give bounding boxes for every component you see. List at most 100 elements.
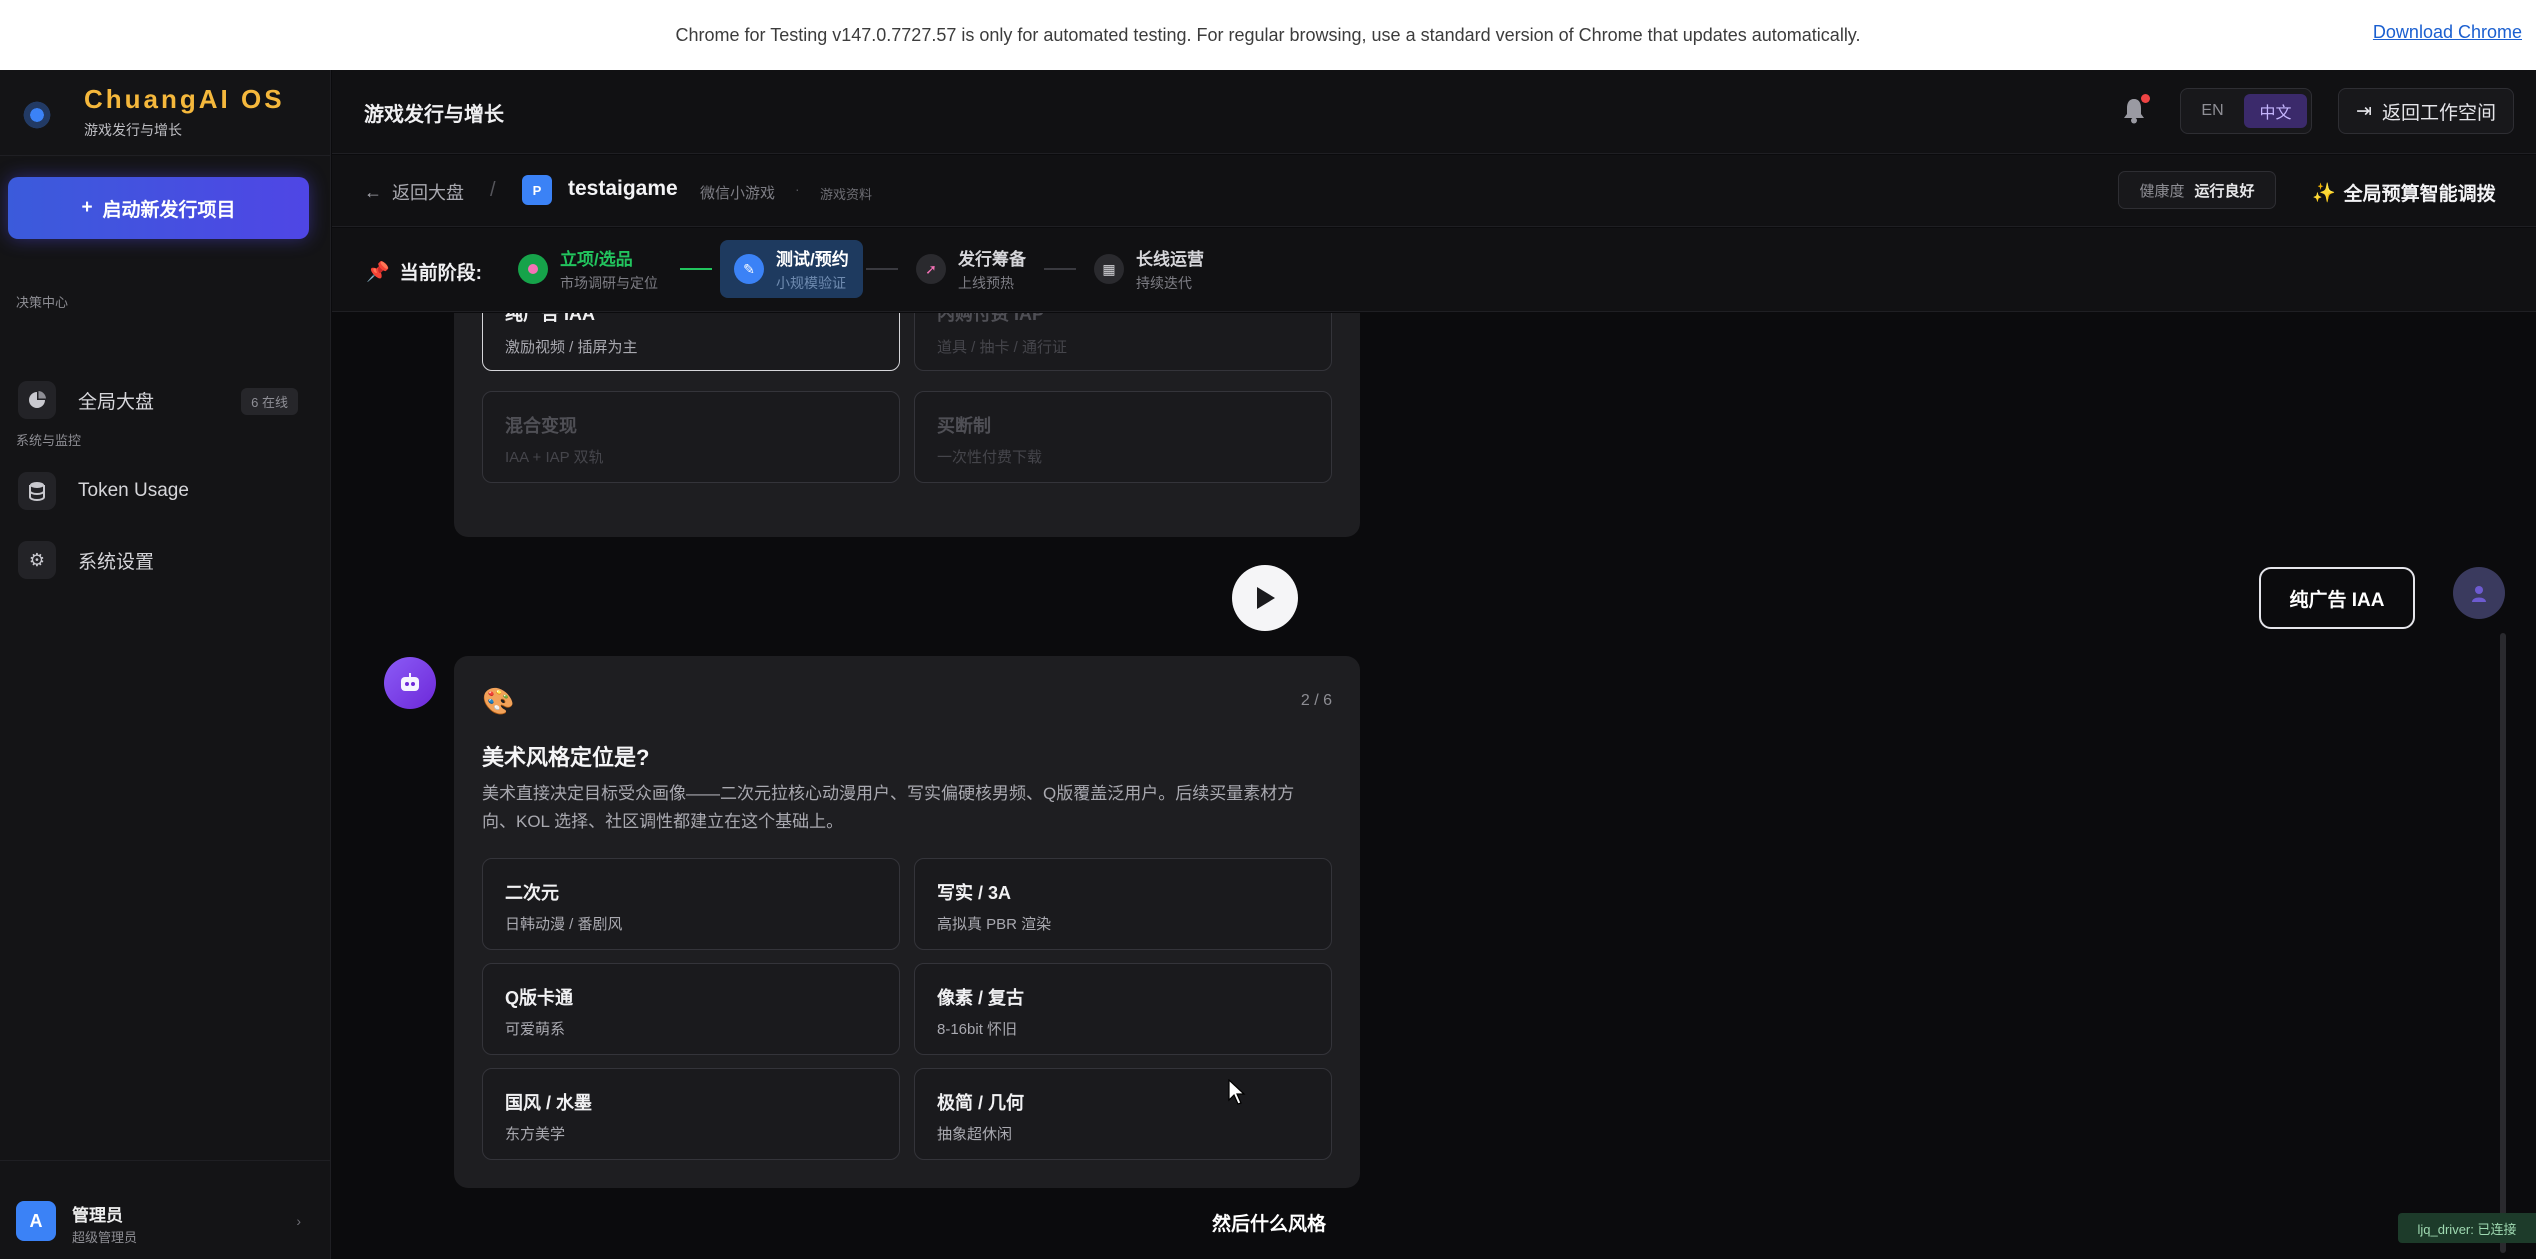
stage-name: 立项/选品 <box>560 250 633 269</box>
question-progress: 2 / 6 <box>1300 692 1332 709</box>
option-card-ink[interactable]: 国风 / 水墨 东方美学 <box>482 1068 900 1160</box>
sidebar-item-dashboard[interactable]: 全局大盘 6 在线 <box>18 376 298 424</box>
brand-subtitle: 游戏发行与增长 <box>84 122 182 138</box>
stage-item-live-ops[interactable]: ▦ 长线运营 持续迭代 <box>1094 240 1204 298</box>
option-sub: 抽象超休闲 <box>937 1126 1013 1143</box>
automation-banner: Chrome for Testing v147.0.7727.57 is onl… <box>0 0 2536 70</box>
option-card-hybrid[interactable]: 混合变现 IAA + IAP 双轨 <box>482 391 900 483</box>
arrow-left-icon: ← <box>364 181 382 202</box>
brand-name: ChuangAI OS <box>84 84 285 114</box>
stage-name: 长线运营 <box>1136 250 1204 269</box>
option-card-iaa[interactable]: 纯广告 IAA 激励视频 / 插屏为主 <box>482 313 900 371</box>
lang-en-button[interactable]: EN <box>2185 102 2240 120</box>
sidebar-item-label: 全局大盘 <box>78 391 155 413</box>
avatar: A <box>16 1201 56 1241</box>
option-title: 内购付费 IAP <box>937 313 1045 324</box>
option-title: 极简 / 几何 <box>937 1093 1025 1113</box>
option-title: 写实 / 3A <box>937 883 1012 903</box>
logout-icon: ⇥ <box>2356 100 2372 122</box>
question-title: 美术风格定位是? <box>482 745 650 770</box>
option-title: 纯广告 IAA <box>505 313 595 324</box>
calendar-icon: ▦ <box>1094 254 1124 284</box>
banner-message: Chrome for Testing v147.0.7727.57 is onl… <box>675 24 1861 45</box>
pencil-icon: ✎ <box>734 254 764 284</box>
stage-sub: 市场调研与定位 <box>560 275 658 291</box>
sidebar-item-label: Token Usage <box>78 480 189 501</box>
stage-name: 测试/预约 <box>776 250 849 269</box>
gear-icon: ⚙ <box>18 541 56 579</box>
stage-name: 发行筹备 <box>958 250 1026 269</box>
option-card-realistic[interactable]: 写实 / 3A 高拟真 PBR 渲染 <box>914 858 1332 950</box>
palette-icon: 🎨 <box>482 686 515 716</box>
option-card-anime[interactable]: 二次元 日韩动漫 / 番剧风 <box>482 858 900 950</box>
pin-icon: 📌 <box>366 261 390 283</box>
option-sub: 激励视频 / 插屏为主 <box>505 339 638 356</box>
scrollbar[interactable] <box>2500 633 2506 1253</box>
user-profile[interactable]: A 管理员 超级管理员 › <box>0 1160 331 1259</box>
separator-dot: · <box>795 181 800 197</box>
sidebar-item-label: 系统设置 <box>78 551 155 573</box>
pie-chart-icon <box>18 381 56 419</box>
option-title: Q版卡通 <box>505 988 574 1008</box>
breadcrumb-divider: / <box>490 179 496 201</box>
budget-allocate-button[interactable]: ✨ 全局预算智能调拨 <box>2312 179 2496 206</box>
sidebar-item-settings[interactable]: ⚙ 系统设置 <box>18 536 298 584</box>
option-card-premium[interactable]: 买断制 一次性付费下载 <box>914 391 1332 483</box>
sidebar: ChuangAI OS 游戏发行与增长 + 启动新发行项目 决策中心 全局大盘 … <box>0 70 331 1259</box>
option-card-pixel[interactable]: 像素 / 复古 8-16bit 怀旧 <box>914 963 1332 1055</box>
option-card-iap[interactable]: 内购付费 IAP 道具 / 抽卡 / 通行证 <box>914 313 1332 371</box>
option-title: 混合变现 <box>505 416 577 436</box>
back-dashboard-link[interactable]: ← 返回大盘 <box>364 179 464 205</box>
section-system: 系统与监控 <box>16 433 82 448</box>
stage-item-testing[interactable]: ✎ 测试/预约 小规模验证 <box>720 240 863 298</box>
page-title: 游戏发行与增长 <box>364 104 504 126</box>
option-sub: 可爱萌系 <box>505 1021 566 1038</box>
option-sub: 一次性付费下载 <box>937 449 1043 466</box>
stage-item-research[interactable]: 立项/选品 市场调研与定位 <box>518 240 658 298</box>
project-materials-link[interactable]: 游戏资料 <box>820 184 872 203</box>
play-button[interactable] <box>1232 565 1298 631</box>
rocket-icon: ➚ <box>916 254 946 284</box>
driver-status-badge: ljq_driver: 已连接 <box>2398 1213 2536 1243</box>
sparkle-icon: ✨ <box>2312 182 2336 204</box>
stage-sub: 持续迭代 <box>1136 275 1192 291</box>
notification-dot <box>2141 94 2150 103</box>
option-sub: 高拟真 PBR 渲染 <box>937 916 1052 933</box>
project-platform: 微信小游戏 <box>700 185 776 202</box>
brand: ChuangAI OS 游戏发行与增长 <box>0 70 331 156</box>
project-icon: P <box>522 175 552 205</box>
user-answer-bubble: 纯广告 IAA <box>2259 567 2415 629</box>
notification-bell-icon[interactable] <box>2122 94 2150 126</box>
stage-connector <box>1044 268 1076 270</box>
prev-question-card: 纯广告 IAA 激励视频 / 插屏为主 内购付费 IAP 道具 / 抽卡 / 通… <box>454 313 1360 537</box>
launch-label: 启动新发行项目 <box>102 199 236 221</box>
online-badge: 6 在线 <box>241 388 298 415</box>
budget-label: 全局预算智能调拨 <box>2343 184 2496 205</box>
bot-avatar-icon <box>384 657 436 709</box>
chevron-right-icon: › <box>296 1213 301 1229</box>
stage-sub: 上线预热 <box>958 275 1014 291</box>
section-decision: 决策中心 <box>16 295 69 310</box>
stage-item-launch-prep[interactable]: ➚ 发行筹备 上线预热 <box>916 240 1026 298</box>
back-label: 返回大盘 <box>392 183 464 203</box>
user-role: 超级管理员 <box>72 1230 138 1245</box>
sidebar-item-token-usage[interactable]: Token Usage <box>18 467 298 515</box>
project-name: testaigame <box>568 177 678 200</box>
stage-connector <box>866 268 898 270</box>
option-card-minimal[interactable]: 极简 / 几何 抽象超休闲 <box>914 1068 1332 1160</box>
option-title: 像素 / 复古 <box>937 988 1025 1008</box>
health-status: 健康度 运行良好 <box>2118 171 2276 209</box>
option-title: 二次元 <box>505 883 559 903</box>
mouse-cursor-icon <box>1228 1078 1246 1110</box>
lang-zh-button[interactable]: 中文 <box>2244 94 2307 128</box>
option-card-cartoon[interactable]: Q版卡通 可爱萌系 <box>482 963 900 1055</box>
option-sub: 东方美学 <box>505 1126 566 1143</box>
back-workspace-button[interactable]: ⇥ 返回工作空间 <box>2338 88 2514 134</box>
launch-project-button[interactable]: + 启动新发行项目 <box>8 177 309 239</box>
download-chrome-link[interactable]: Download Chrome <box>2373 22 2522 43</box>
database-icon <box>18 472 56 510</box>
question-card: 🎨 2 / 6 美术风格定位是? 美术直接决定目标受众画像——二次元拉核心动漫用… <box>454 656 1360 1188</box>
stage-connector <box>680 268 712 270</box>
user-avatar-icon <box>2453 567 2505 619</box>
option-sub: 8-16bit 怀旧 <box>937 1021 1018 1038</box>
